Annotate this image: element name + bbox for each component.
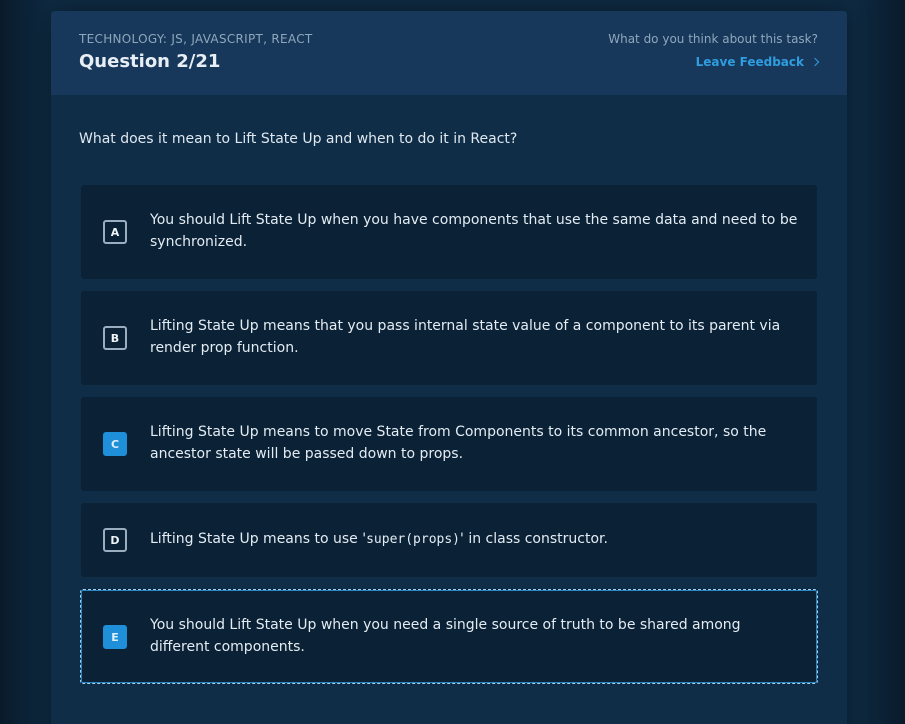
question-text: What does it mean to Lift State Up and w… bbox=[79, 131, 518, 147]
question-header: TECHNOLOGY: JS, JAVASCRIPT, REACT Questi… bbox=[51, 11, 847, 95]
option-letter-badge-selected: E bbox=[103, 625, 127, 649]
answer-option-a[interactable]: A You should Lift State Up when you have… bbox=[81, 185, 817, 279]
question-card: TECHNOLOGY: JS, JAVASCRIPT, REACT Questi… bbox=[51, 11, 847, 724]
option-text: Lifting State Up means that you pass int… bbox=[150, 318, 781, 356]
leave-feedback-link[interactable]: Leave Feedback bbox=[695, 55, 820, 69]
technology-label: TECHNOLOGY: JS, JAVASCRIPT, REACT bbox=[79, 32, 313, 46]
leave-feedback-label: Leave Feedback bbox=[695, 55, 804, 69]
option-text: You should Lift State Up when you need a… bbox=[150, 617, 741, 655]
option-letter-badge-selected: C bbox=[103, 432, 127, 456]
chevron-right-icon bbox=[810, 57, 820, 67]
answer-option-b[interactable]: B Lifting State Up means that you pass i… bbox=[81, 291, 817, 385]
option-code: super(props) bbox=[366, 532, 461, 547]
feedback-prompt: What do you think about this task? bbox=[608, 32, 818, 46]
option-text: Lifting State Up means to move State fro… bbox=[150, 424, 767, 462]
option-letter-badge: B bbox=[103, 326, 127, 350]
option-text-before: Lifting State Up means to use ' bbox=[150, 531, 367, 547]
option-text: You should Lift State Up when you have c… bbox=[150, 212, 798, 250]
question-number: Question 2/21 bbox=[79, 51, 221, 72]
option-text: Lifting State Up means to use 'super(pro… bbox=[150, 528, 800, 551]
option-letter-badge: D bbox=[103, 528, 127, 552]
answer-option-e[interactable]: E You should Lift State Up when you need… bbox=[80, 589, 818, 684]
option-letter-badge: A bbox=[103, 220, 127, 244]
option-text-after: ' in class constructor. bbox=[460, 531, 608, 547]
answer-option-d[interactable]: D Lifting State Up means to use 'super(p… bbox=[81, 503, 817, 577]
answer-option-c[interactable]: C Lifting State Up means to move State f… bbox=[81, 397, 817, 491]
